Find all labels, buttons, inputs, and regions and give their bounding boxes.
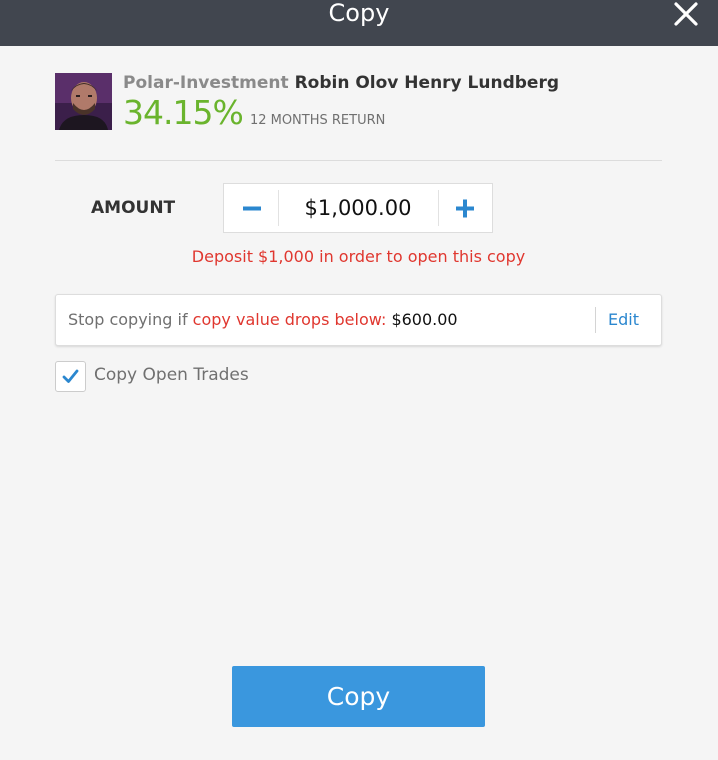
stop-loss-box: Stop copying if copy value drops below: …: [55, 294, 662, 346]
checkmark-icon: [62, 369, 79, 383]
deposit-warning: Deposit $1,000 in order to open this cop…: [191, 247, 526, 266]
stop-loss-separator: [595, 307, 596, 333]
stop-loss-condition: copy value drops below:: [192, 310, 387, 329]
stop-loss-text: Stop copying if copy value drops below: …: [68, 295, 458, 345]
return-percentage: 34.15%: [123, 93, 244, 132]
amount-label: AMOUNT: [91, 198, 176, 218]
close-button[interactable]: [672, 2, 702, 28]
stop-loss-amount: $600.00: [391, 310, 458, 329]
trader-return: 34.15% 12 MONTHS RETURN: [123, 93, 385, 132]
edit-stop-loss-link[interactable]: Edit: [608, 295, 639, 345]
dialog-title: Copy: [328, 0, 390, 27]
decrease-amount-button[interactable]: [224, 184, 278, 232]
minus-icon: [243, 206, 261, 211]
close-icon: [674, 2, 698, 26]
stop-loss-prefix: Stop copying if: [68, 310, 188, 329]
trader-username[interactable]: Polar-Investment: [123, 73, 289, 93]
copy-open-trades-checkbox[interactable]: [55, 361, 86, 392]
section-divider: [55, 160, 662, 161]
plus-icon: [456, 199, 474, 218]
copy-open-trades-label[interactable]: Copy Open Trades: [94, 365, 249, 385]
increase-amount-button[interactable]: [438, 184, 492, 232]
dialog-header: Copy: [0, 0, 718, 46]
amount-input[interactable]: $1,000.00: [278, 184, 438, 232]
trader-avatar[interactable]: [55, 73, 112, 130]
amount-stepper: $1,000.00: [223, 183, 493, 233]
copy-button[interactable]: Copy: [232, 666, 485, 727]
return-period-label: 12 MONTHS RETURN: [249, 113, 386, 128]
trader-name-line: Polar-Investment Robin Olov Henry Lundbe…: [123, 73, 559, 93]
trader-info: Polar-Investment Robin Olov Henry Lundbe…: [55, 73, 663, 133]
trader-full-name: Robin Olov Henry Lundberg: [294, 73, 560, 93]
